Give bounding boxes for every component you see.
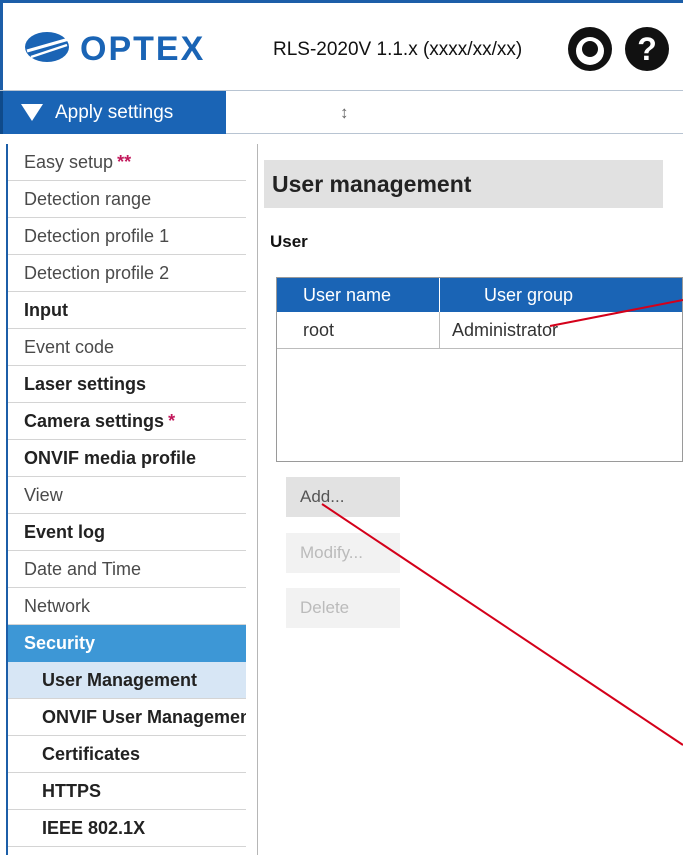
sidebar-item-security[interactable]: Security	[8, 625, 246, 662]
logo-text: OPTEX	[80, 30, 205, 67]
user-table: User name User group root Administrator	[276, 277, 683, 462]
sidebar-item-ieee-8021x[interactable]: IEEE 802.1X	[8, 810, 246, 847]
column-header-user-name[interactable]: User name	[277, 278, 440, 312]
svg-text:?: ?	[637, 31, 657, 67]
help-icon[interactable]: ?	[623, 25, 671, 73]
sidebar-item-onvif-media-profile[interactable]: ONVIF media profile	[8, 440, 246, 477]
sidebar-item-event-code[interactable]: Event code	[8, 329, 246, 366]
sidebar-item-onvif-user-management[interactable]: ONVIF User Management	[8, 699, 246, 736]
pane-divider[interactable]	[257, 144, 258, 855]
apply-settings-button[interactable]: Apply settings	[0, 91, 226, 134]
apply-bar: Apply settings ↕	[0, 90, 683, 134]
required-marker: *	[168, 410, 176, 431]
sidebar-item-user-management[interactable]: User Management	[8, 662, 246, 699]
sidebar-item-date-and-time[interactable]: Date and Time	[8, 551, 246, 588]
add-user-button[interactable]: Add...	[286, 477, 400, 517]
sidebar-item-laser-settings[interactable]: Laser settings	[8, 366, 246, 403]
cell-user-group: Administrator	[452, 319, 559, 340]
sidebar-item-detection-profile-1[interactable]: Detection profile 1	[8, 218, 246, 255]
sidebar-item-detection-profile-2[interactable]: Detection profile 2	[8, 255, 246, 292]
optex-logo: OPTEX	[25, 30, 205, 67]
modify-user-button[interactable]: Modify...	[286, 533, 400, 573]
firmware-version: RLS-2020V 1.1.x (xxxx/xx/xx)	[273, 39, 523, 60]
column-header-user-group[interactable]: User group	[440, 278, 682, 312]
section-label: User	[270, 232, 308, 251]
sidebar-item-event-log[interactable]: Event log	[8, 514, 246, 551]
table-row[interactable]: root Administrator	[277, 312, 682, 349]
sidebar-item-view[interactable]: View	[8, 477, 246, 514]
delete-user-button[interactable]: Delete	[286, 588, 400, 628]
sidebar-item-network[interactable]: Network	[8, 588, 246, 625]
user-icon[interactable]	[566, 25, 614, 73]
sidebar-item-input[interactable]: Input	[8, 292, 246, 329]
resize-handle-icon[interactable]: ↕	[340, 103, 349, 123]
header-bar: OPTEX RLS-2020V 1.1.x (xxxx/xx/xx) ?	[0, 0, 683, 90]
sidebar-item-detection-range[interactable]: Detection range	[8, 181, 246, 218]
page-title: User management	[264, 160, 663, 208]
sidebar-nav: Easy setup ** Detection range Detection p…	[6, 144, 246, 855]
cell-user-name: root	[277, 312, 440, 348]
apply-settings-label: Apply settings	[55, 101, 174, 123]
sidebar-item-camera-settings[interactable]: Camera settings *	[8, 403, 246, 440]
table-header: User name User group	[277, 278, 682, 312]
sidebar-item-easy-setup[interactable]: Easy setup **	[8, 144, 246, 181]
sidebar-item-certificates[interactable]: Certificates	[8, 736, 246, 773]
chevron-down-icon	[21, 104, 43, 121]
required-marker: **	[117, 151, 132, 172]
sidebar-item-https[interactable]: HTTPS	[8, 773, 246, 810]
